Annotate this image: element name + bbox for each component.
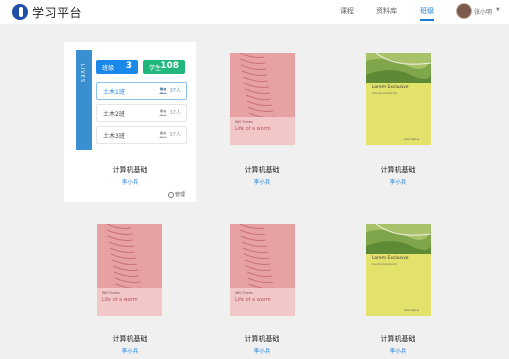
cover-author: Will Flores bbox=[235, 120, 253, 124]
class-name: 土木1班 bbox=[103, 89, 125, 96]
cover-art-field bbox=[366, 53, 431, 83]
people-icon bbox=[159, 87, 167, 94]
cover-author: Will Flores bbox=[235, 291, 253, 295]
course-title[interactable]: 计算机基础 bbox=[212, 165, 312, 175]
cover-title: Life of a worm bbox=[235, 126, 271, 132]
course-title[interactable]: 计算机基础 bbox=[80, 334, 180, 344]
stat-students-badge: 学生 108 bbox=[143, 60, 185, 74]
nav-item-library[interactable]: 资料库 bbox=[376, 6, 397, 16]
cover-subtitle: Cauda Gradeunt bbox=[372, 262, 397, 266]
gear-icon bbox=[168, 191, 174, 198]
cover-subtitle: Cauda Gradeunt bbox=[372, 91, 397, 95]
course-author[interactable]: 李小兵 bbox=[212, 178, 312, 186]
cover-author: Alex Neue bbox=[404, 308, 420, 312]
cover-art-spiral bbox=[239, 224, 275, 289]
cover-author: Will Flores bbox=[102, 291, 120, 295]
user-avatar[interactable] bbox=[456, 3, 472, 19]
chevron-down-icon[interactable]: ▼ bbox=[496, 7, 500, 13]
class-count: 37人 bbox=[169, 132, 181, 138]
stat-students-label: 学生 bbox=[149, 65, 162, 72]
cover-art-spiral bbox=[239, 53, 275, 118]
course-author[interactable]: 李小兵 bbox=[348, 178, 448, 186]
manage-button[interactable]: 管理 bbox=[168, 191, 185, 198]
course-cover-blue[interactable]: LIVES bbox=[76, 50, 92, 150]
top-bar: 学习平台 课程 资料库 班级 张小明 ▼ bbox=[0, 0, 509, 24]
cover-art-field bbox=[366, 224, 431, 254]
cover-author: Alex Neue bbox=[404, 137, 420, 141]
cover-title: Life of a worm bbox=[235, 297, 271, 303]
class-count: 37人 bbox=[169, 110, 181, 116]
cover-title: Lorem Exclusive bbox=[372, 85, 409, 90]
logo-icon bbox=[12, 4, 28, 20]
course-title[interactable]: 计算机基础 bbox=[348, 334, 448, 344]
course-title[interactable]: 计算机基础 bbox=[348, 165, 448, 175]
course-author[interactable]: 李小兵 bbox=[348, 347, 448, 355]
people-icon bbox=[159, 109, 167, 116]
course-cover-yellow[interactable]: Lorem Exclusive Cauda Gradeunt Alex Neue bbox=[366, 53, 431, 145]
class-row-1[interactable]: 土木1班 37人 bbox=[96, 82, 187, 100]
cover-spine-text: LIVES bbox=[79, 64, 85, 84]
class-row-2[interactable]: 土木2班 37人 bbox=[96, 104, 187, 122]
class-name: 土木3班 bbox=[103, 133, 125, 140]
manage-label: 管理 bbox=[175, 192, 186, 198]
user-name[interactable]: 张小明 bbox=[474, 7, 492, 16]
stat-classes-badge: 班级 3 bbox=[96, 60, 138, 74]
nav-item-classes[interactable]: 班级 bbox=[420, 6, 434, 21]
course-cover-yellow[interactable]: Lorem Exclusive Cauda Gradeunt Alex Neue bbox=[366, 224, 431, 316]
stat-classes-value: 3 bbox=[125, 61, 132, 71]
stat-classes-label: 班级 bbox=[102, 65, 115, 72]
course-title[interactable]: 计算机基础 bbox=[212, 334, 312, 344]
class-row-3[interactable]: 土木3班 37人 bbox=[96, 126, 187, 144]
course-author[interactable]: 李小兵 bbox=[80, 178, 180, 186]
cover-title: Lorem Exclusive bbox=[372, 256, 409, 261]
class-name: 土木2班 bbox=[103, 111, 125, 118]
stat-students-value: 108 bbox=[160, 61, 179, 71]
app-title: 学习平台 bbox=[32, 6, 83, 20]
cover-title: Life of a worm bbox=[102, 297, 138, 303]
course-author[interactable]: 李小兵 bbox=[212, 347, 312, 355]
course-cover-pink[interactable]: Will Flores Life of a worm bbox=[230, 224, 295, 316]
course-title[interactable]: 计算机基础 bbox=[80, 165, 180, 175]
nav-item-courses[interactable]: 课程 bbox=[340, 6, 354, 16]
course-cover-pink[interactable]: Will Flores Life of a worm bbox=[97, 224, 162, 316]
course-cover-pink[interactable]: Will Flores Life of a worm bbox=[230, 53, 295, 145]
course-author[interactable]: 李小兵 bbox=[80, 347, 180, 355]
class-count: 37人 bbox=[169, 88, 181, 94]
cover-art-spiral bbox=[106, 224, 142, 289]
people-icon bbox=[159, 131, 167, 138]
